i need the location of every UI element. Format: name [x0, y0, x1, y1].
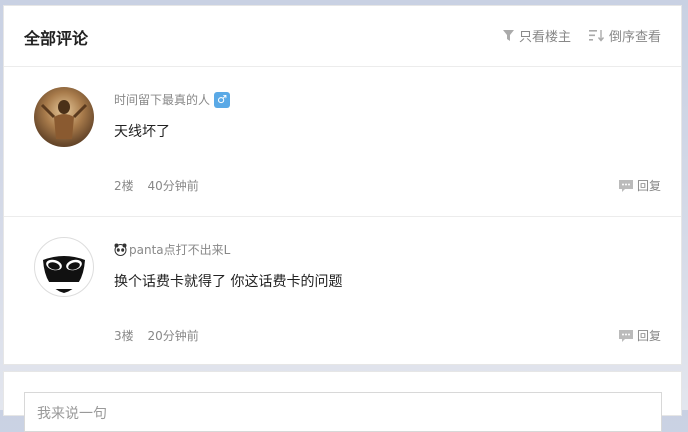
reply-label: 回复	[636, 329, 661, 343]
reply-label: 回复	[636, 179, 661, 193]
comments-panel: 全部评论 只看楼主 倒序查看 时间留下最真的人 ♂ 天线坏了 2楼 40分钟前 …	[3, 5, 682, 365]
username[interactable]: 时间留下最真的人 ♂	[114, 91, 231, 108]
panda-icon	[114, 243, 127, 256]
avatar[interactable]	[34, 237, 94, 297]
comment-input[interactable]: 我来说一句	[24, 392, 662, 432]
comment-item: 时间留下最真的人 ♂ 天线坏了 2楼 40分钟前 回复	[4, 67, 681, 217]
comment-item: panta点打不出来L 换个话费卡就得了 你这话费卡的问题 3楼 20分钟前 回…	[4, 217, 681, 366]
avatar-image	[40, 100, 88, 139]
reply-icon	[618, 329, 633, 342]
floor-number: 3楼	[114, 329, 134, 343]
sort-icon	[588, 30, 605, 42]
comment-content: 换个话费卡就得了 你这话费卡的问题	[114, 274, 343, 290]
reply-button[interactable]: 回复	[618, 327, 661, 344]
comments-header: 全部评论 只看楼主 倒序查看	[4, 6, 681, 67]
comment-input-placeholder: 我来说一句	[37, 406, 107, 422]
reply-button[interactable]: 回复	[618, 177, 661, 194]
male-gender-icon: ♂	[214, 91, 231, 108]
reverse-order-label: 倒序查看	[608, 30, 661, 45]
reply-icon	[618, 179, 633, 192]
comment-meta: 2楼 40分钟前	[114, 177, 199, 194]
comment-time: 20分钟前	[147, 329, 199, 343]
comments-title: 全部评论	[24, 29, 89, 48]
filters: 只看楼主 倒序查看	[502, 26, 661, 45]
username[interactable]: panta点打不出来L	[114, 241, 230, 258]
reverse-order-filter[interactable]: 倒序查看	[588, 26, 661, 45]
comment-content: 天线坏了	[114, 124, 170, 140]
floor-number: 2楼	[114, 179, 134, 193]
only-owner-filter[interactable]: 只看楼主	[502, 26, 571, 45]
avatar[interactable]	[34, 87, 94, 147]
filter-icon	[502, 30, 514, 41]
comment-time: 40分钟前	[147, 179, 199, 193]
avatar-image	[36, 239, 92, 295]
only-owner-label: 只看楼主	[518, 30, 571, 45]
comment-meta: 3楼 20分钟前	[114, 327, 199, 344]
username-text: panta点打不出来L	[129, 243, 231, 257]
username-text: 时间留下最真的人	[114, 93, 211, 107]
comment-input-panel: 我来说一句	[3, 371, 682, 432]
